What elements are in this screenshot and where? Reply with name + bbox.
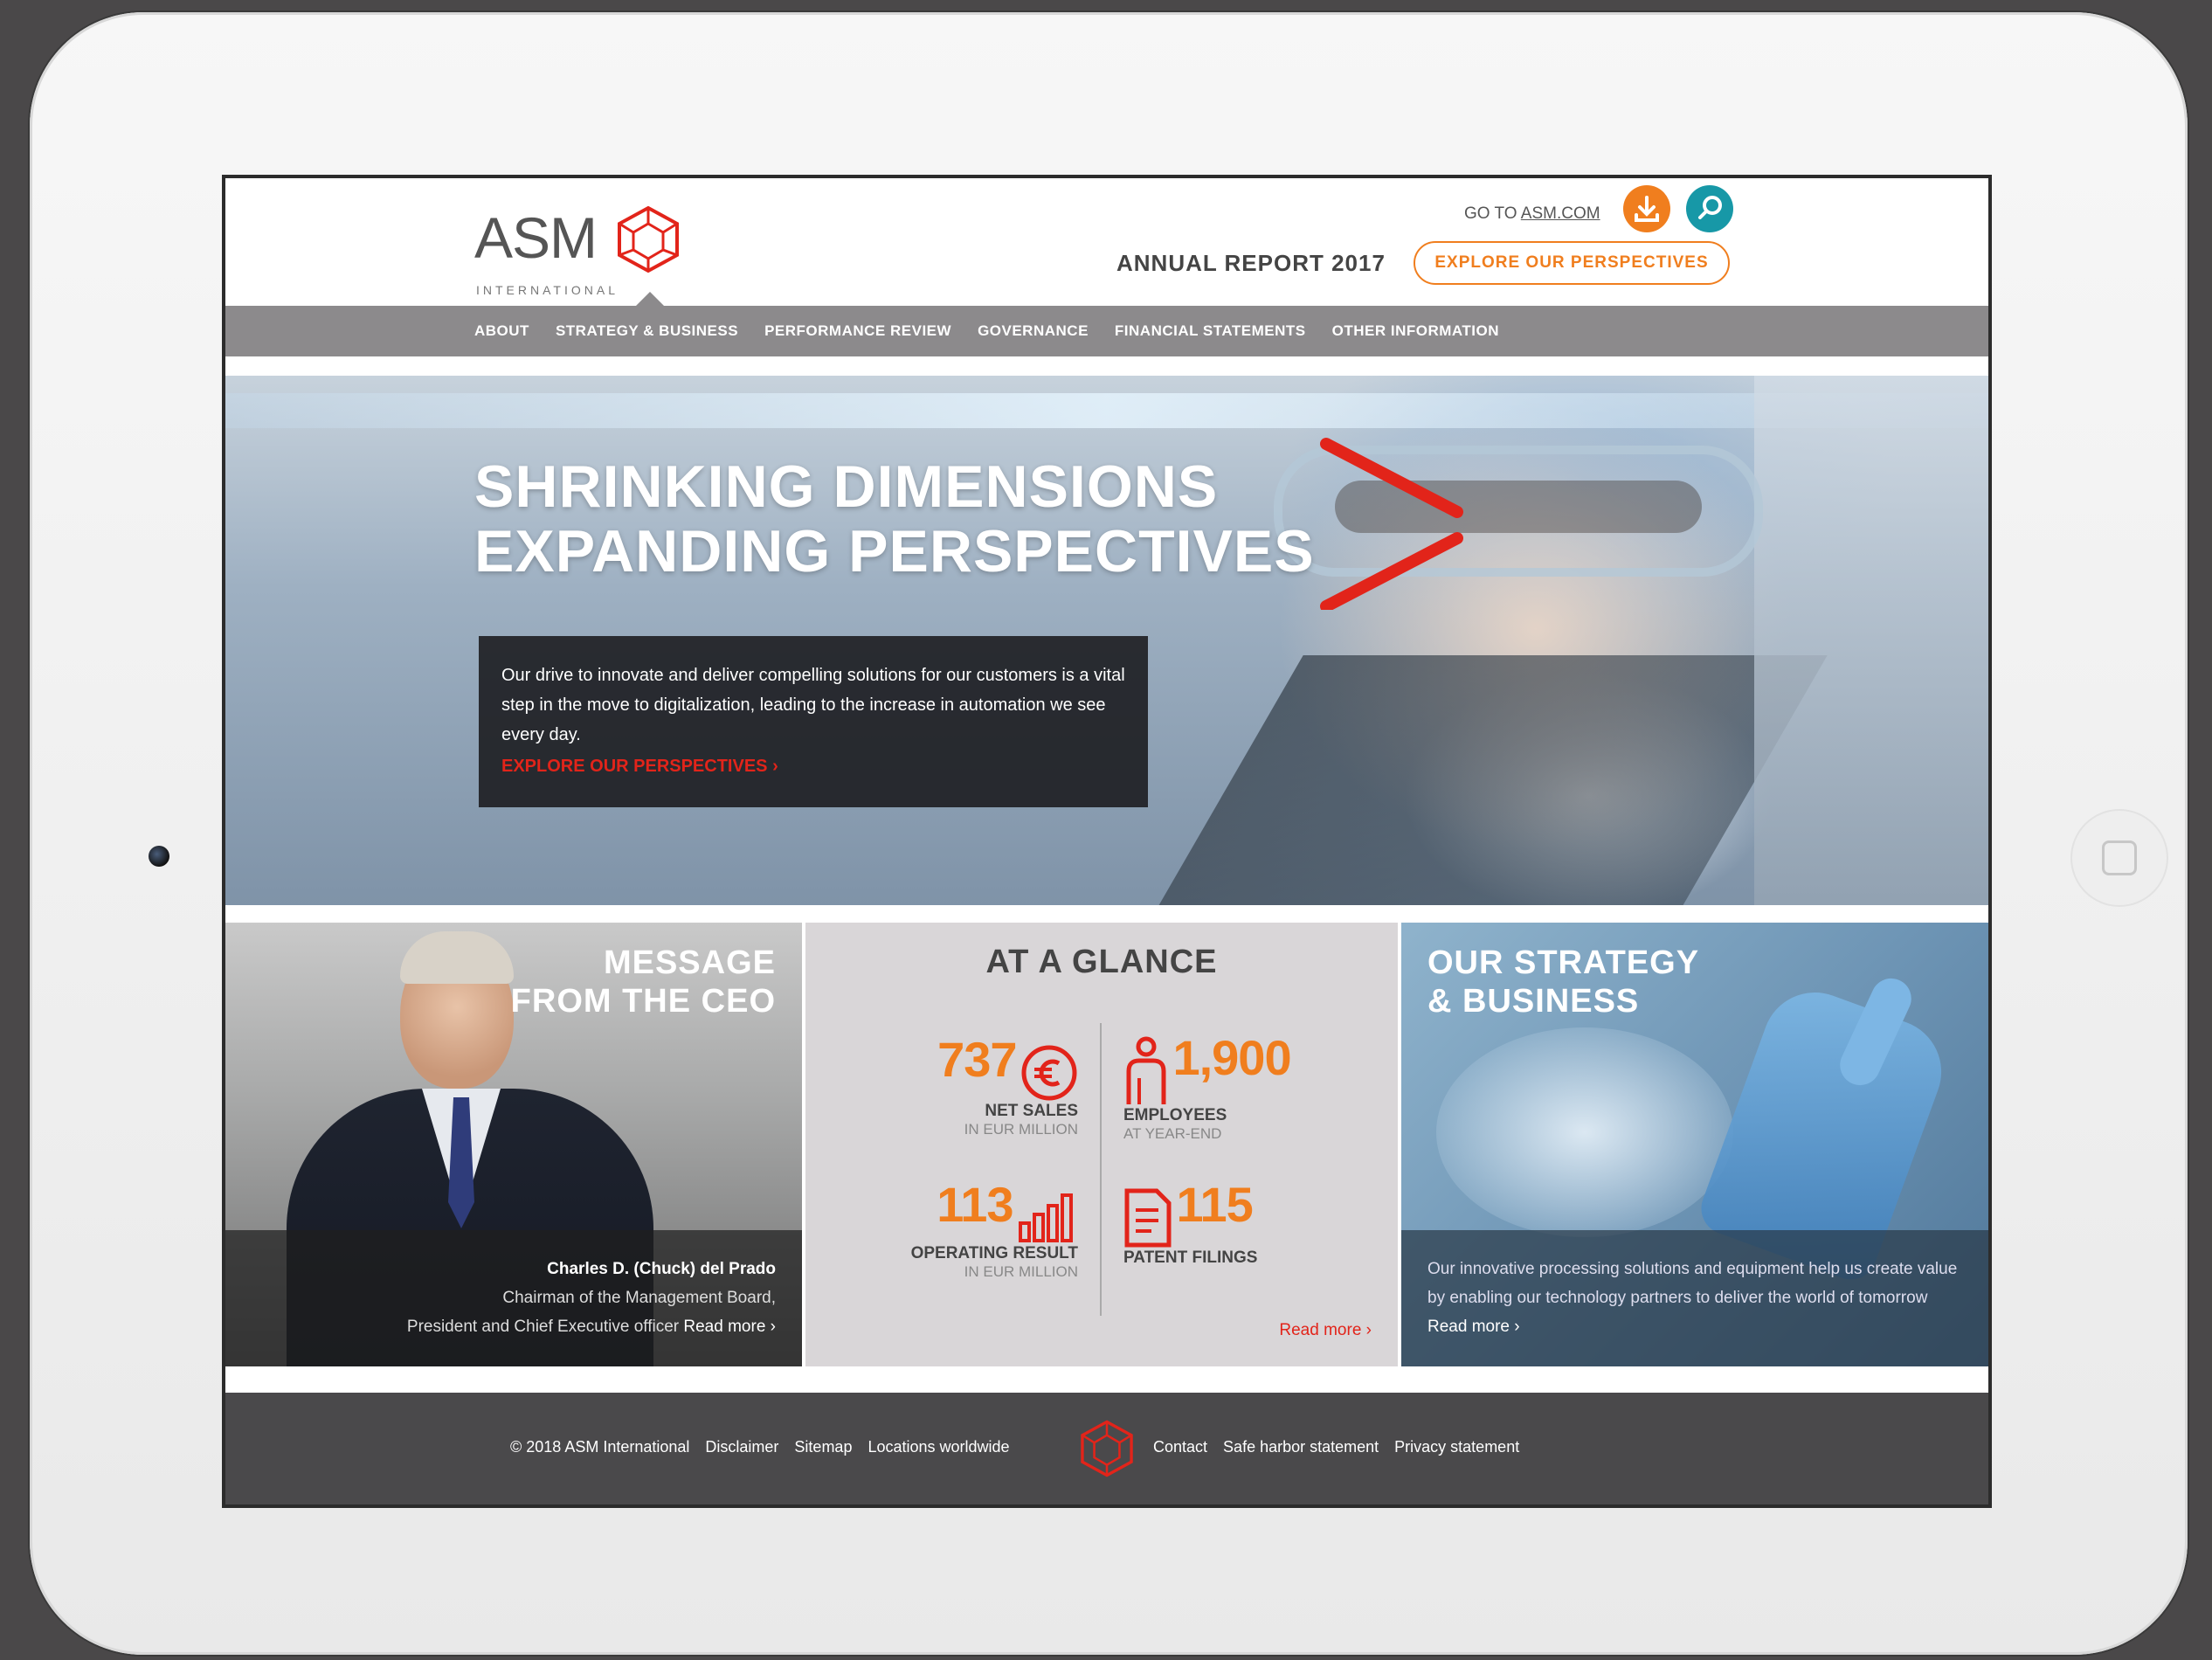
stat-net-sales: 737 NET SALES IN EUR MILLION bbox=[849, 1031, 1078, 1138]
ceo-role-line2: President and Chief Executive officer bbox=[406, 1318, 680, 1336]
logo-text: ASM bbox=[474, 205, 598, 270]
footer-link-locations[interactable]: Locations worldwide bbox=[868, 1438, 1009, 1456]
footer-link-safe-harbor[interactable]: Safe harbor statement bbox=[1223, 1438, 1379, 1456]
ceo-hair bbox=[400, 931, 514, 984]
goto-prefix: GO TO bbox=[1464, 204, 1517, 223]
glance-title: AT A GLANCE bbox=[985, 944, 1218, 980]
glance-divider bbox=[1100, 1023, 1102, 1316]
footer-link-contact[interactable]: Contact bbox=[1153, 1438, 1207, 1456]
nav-item-strategy-business[interactable]: STRATEGY & BUSINESS bbox=[556, 306, 738, 356]
stat-employees-label: EMPLOYEES bbox=[1123, 1105, 1227, 1124]
ceo-name: Charles D. (Chuck) del Prado bbox=[547, 1260, 776, 1278]
stat-operating-result-label: OPERATING RESULT bbox=[910, 1243, 1078, 1262]
hero-title-line2: EXPANDING PERSPECTIVES bbox=[474, 518, 1315, 584]
footer-link-sitemap[interactable]: Sitemap bbox=[794, 1438, 852, 1456]
hero-title-line1: SHRINKING DIMENSIONS bbox=[474, 453, 1219, 520]
euro-icon bbox=[1021, 1045, 1077, 1101]
strategy-text: Our innovative processing solutions and … bbox=[1427, 1260, 1958, 1307]
asm-logo[interactable]: ASM INTERNATIONAL bbox=[474, 204, 693, 301]
stat-net-sales-value: 737 bbox=[937, 1032, 1017, 1087]
magnifier-icon bbox=[1698, 196, 1722, 219]
strategy-panel[interactable]: OUR STRATEGY & BUSINESS Our innovative p… bbox=[1401, 923, 1988, 1366]
stat-employees-sub: AT YEAR-END bbox=[1123, 1124, 1222, 1142]
stat-operating-result-value: 113 bbox=[937, 1177, 1013, 1232]
goto-link-text[interactable]: ASM.COM bbox=[1521, 204, 1600, 223]
download-icon[interactable] bbox=[1623, 185, 1670, 232]
ceo-panel[interactable]: MESSAGE FROM THE CEO Charles D. (Chuck) … bbox=[225, 923, 802, 1366]
stat-patent-filings: 115 PATENT FILINGS bbox=[1123, 1176, 1368, 1268]
main-nav: ABOUT STRATEGY & BUSINESS PERFORMANCE RE… bbox=[225, 292, 1988, 356]
stat-net-sales-label: NET SALES bbox=[985, 1101, 1078, 1120]
hero-light-band bbox=[225, 393, 1988, 428]
ceo-title-line2: FROM THE CEO bbox=[510, 983, 776, 1020]
red-chevron-icon bbox=[1320, 438, 1463, 610]
ceo-role-line1: Chairman of the Management Board, bbox=[502, 1289, 776, 1307]
annual-report-title: ANNUAL REPORT 2017 bbox=[1116, 250, 1386, 276]
nav-item-financial-statements[interactable]: FINANCIAL STATEMENTS bbox=[1115, 306, 1306, 356]
footer-links-right: Contact Safe harbor statement Privacy st… bbox=[1153, 1438, 1519, 1456]
feature-panels: MESSAGE FROM THE CEO Charles D. (Chuck) … bbox=[225, 923, 1988, 1366]
ceo-caption: Charles D. (Chuck) del Prado Chairman of… bbox=[225, 1230, 802, 1366]
ceo-panel-title: MESSAGE FROM THE CEO bbox=[511, 944, 776, 1020]
strategy-title-line2: & BUSINESS bbox=[1427, 983, 1640, 1020]
cube-logo-icon bbox=[618, 205, 679, 273]
footer-links-left: © 2018 ASM International Disclaimer Site… bbox=[510, 1438, 1010, 1456]
footer-cube-logo-icon bbox=[1081, 1420, 1133, 1477]
footer: © 2018 ASM International Disclaimer Site… bbox=[225, 1393, 1988, 1504]
home-square-icon bbox=[2102, 840, 2137, 875]
person-icon bbox=[1126, 1036, 1166, 1104]
nav-item-performance-review[interactable]: PERFORMANCE REVIEW bbox=[764, 306, 951, 356]
goto-asm-link[interactable]: GO TO ASM.COM bbox=[1464, 204, 1600, 224]
logo-subtitle: INTERNATIONAL bbox=[476, 283, 619, 297]
at-a-glance-panel: AT A GLANCE 737 NET SALES IN EUR MILLION bbox=[805, 923, 1398, 1366]
home-button[interactable] bbox=[2070, 809, 2168, 907]
hero-text-box: Our drive to innovate and deliver compel… bbox=[479, 636, 1148, 807]
search-icon[interactable] bbox=[1686, 185, 1733, 232]
stat-employees-value: 1,900 bbox=[1172, 1030, 1291, 1085]
strategy-read-more-link[interactable]: Read more › bbox=[1427, 1318, 1520, 1336]
strategy-panel-title: OUR STRATEGY & BUSINESS bbox=[1427, 944, 1699, 1020]
strategy-caption: Our innovative processing solutions and … bbox=[1401, 1230, 1988, 1366]
hero-text: Our drive to innovate and deliver compel… bbox=[501, 666, 1125, 744]
nav-item-about[interactable]: ABOUT bbox=[474, 306, 529, 356]
nav-item-governance[interactable]: GOVERNANCE bbox=[978, 306, 1089, 356]
stat-operating-result: 113 OPERATING RESULT IN EUR MILLION bbox=[849, 1176, 1078, 1281]
stat-employees: 1,900 EMPLOYEES AT YEAR-END bbox=[1123, 1029, 1368, 1143]
stat-operating-result-sub: IN EUR MILLION bbox=[964, 1262, 1078, 1280]
hero-title: SHRINKING DIMENSIONS EXPANDING PERSPECTI… bbox=[474, 454, 1315, 584]
header: ASM INTERNATIONAL GO TO ASM.COM ANNUAL R… bbox=[225, 178, 1988, 306]
camera-icon bbox=[149, 846, 169, 867]
download-arrow-icon bbox=[1635, 196, 1659, 222]
stat-net-sales-sub: IN EUR MILLION bbox=[964, 1120, 1078, 1138]
footer-link-privacy[interactable]: Privacy statement bbox=[1394, 1438, 1519, 1456]
stat-patent-filings-value: 115 bbox=[1176, 1177, 1253, 1232]
ceo-read-more-link[interactable]: Read more › bbox=[683, 1318, 776, 1336]
strategy-face-blur bbox=[1436, 1027, 1733, 1237]
footer-link-disclaimer[interactable]: Disclaimer bbox=[705, 1438, 778, 1456]
footer-copyright: © 2018 ASM International bbox=[510, 1438, 690, 1456]
nav-caret bbox=[636, 292, 664, 306]
explore-perspectives-button[interactable]: EXPLORE OUR PERSPECTIVES bbox=[1414, 241, 1730, 285]
bar-chart-icon bbox=[1019, 1193, 1073, 1242]
strategy-title-line1: OUR STRATEGY bbox=[1427, 944, 1700, 981]
hero-right-blur bbox=[1754, 376, 1988, 905]
glance-read-more-link[interactable]: Read more › bbox=[1279, 1321, 1372, 1340]
document-icon bbox=[1124, 1188, 1172, 1248]
hero-explore-link[interactable]: EXPLORE OUR PERSPECTIVES › bbox=[501, 757, 1125, 777]
hero-banner: SHRINKING DIMENSIONS EXPANDING PERSPECTI… bbox=[225, 376, 1988, 905]
hero-shadow bbox=[1157, 655, 1828, 905]
ceo-title-line1: MESSAGE bbox=[603, 944, 776, 981]
stat-patent-filings-label: PATENT FILINGS bbox=[1123, 1248, 1258, 1267]
nav-item-other-information[interactable]: OTHER INFORMATION bbox=[1332, 306, 1499, 356]
screen: ASM INTERNATIONAL GO TO ASM.COM ANNUAL R… bbox=[222, 175, 1992, 1508]
